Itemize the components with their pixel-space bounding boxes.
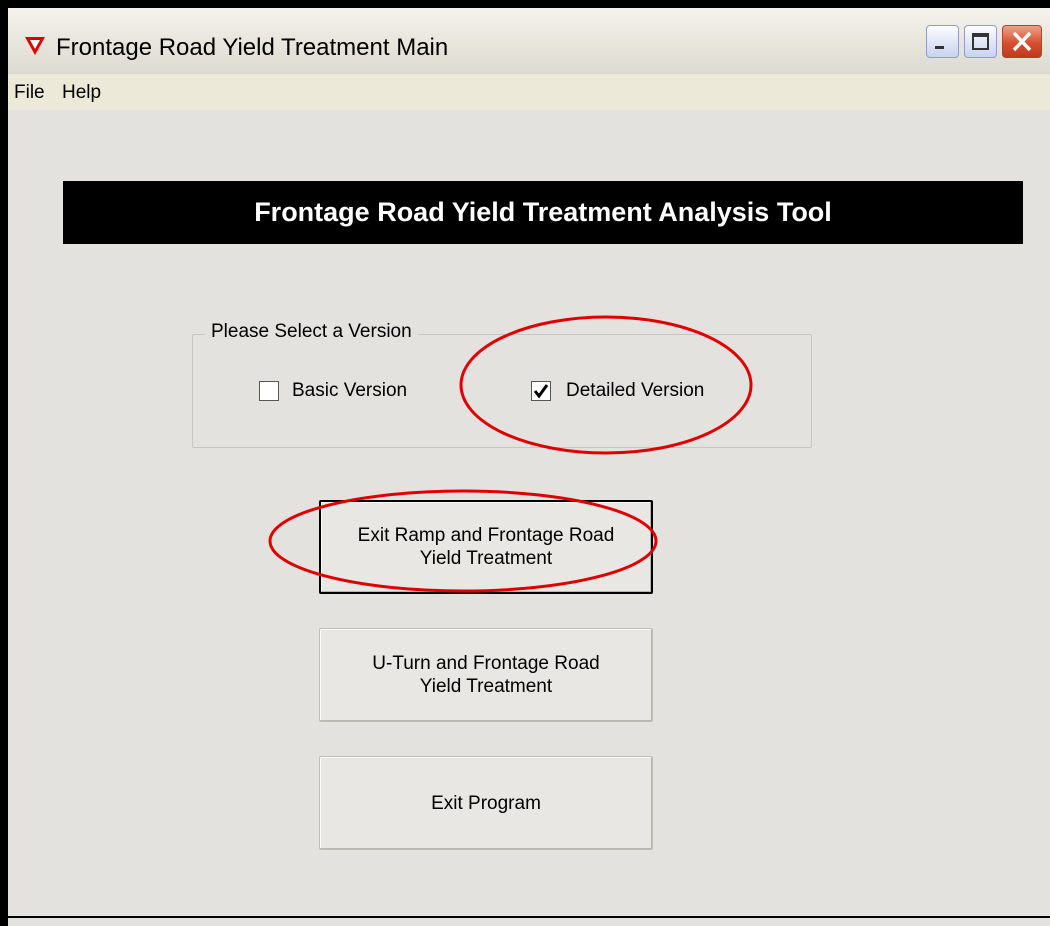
detailed-version-label[interactable]: Detailed Version <box>566 380 704 402</box>
maximize-icon <box>972 33 989 50</box>
title-bar[interactable]: Frontage Road Yield Treatment Main <box>8 8 1050 74</box>
bottom-border <box>0 916 1050 918</box>
u-turn-treatment-button[interactable]: U-Turn and Frontage Road Yield Treatment <box>319 628 653 722</box>
main-window: Frontage Road Yield Treatment Main File … <box>8 8 1050 926</box>
close-icon <box>1012 31 1032 52</box>
menu-file[interactable]: File <box>14 82 45 104</box>
app-banner-title: Frontage Road Yield Treatment Analysis T… <box>63 181 1023 244</box>
close-button[interactable] <box>1002 25 1042 58</box>
checkmark-icon <box>533 384 549 399</box>
basic-version-label[interactable]: Basic Version <box>292 380 407 402</box>
version-group-legend: Please Select a Version <box>205 321 418 343</box>
menu-help[interactable]: Help <box>62 82 101 104</box>
yield-triangle-icon <box>25 37 45 55</box>
minimize-button[interactable] <box>926 25 959 58</box>
menu-bar: File Help <box>8 74 1050 110</box>
version-groupbox: Please Select a Version Basic Version De… <box>192 321 812 448</box>
basic-version-checkbox[interactable] <box>259 381 279 401</box>
detailed-version-checkbox[interactable] <box>531 381 551 401</box>
maximize-button[interactable] <box>964 25 997 58</box>
window-title: Frontage Road Yield Treatment Main <box>56 34 449 61</box>
exit-program-button[interactable]: Exit Program <box>319 756 653 850</box>
minimize-icon <box>935 46 944 49</box>
form-client-area: Frontage Road Yield Treatment Analysis T… <box>8 110 1050 926</box>
exit-ramp-treatment-button[interactable]: Exit Ramp and Frontage Road Yield Treatm… <box>319 500 653 594</box>
